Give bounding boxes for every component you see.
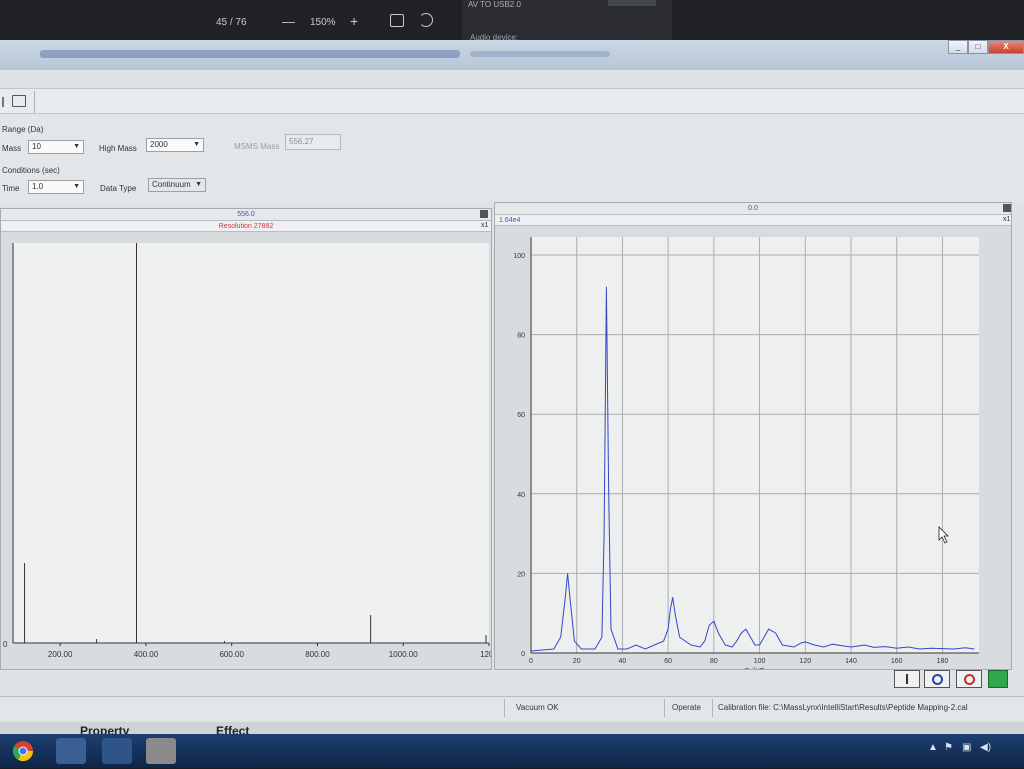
y-tick-label: 60 (517, 412, 525, 419)
mass-spectrum-panel: 556.0 Resolution 27882 x1 0 200.00 400.00 6… (0, 208, 492, 670)
rotate-icon[interactable] (419, 13, 433, 27)
y-tick-label: 20 (517, 571, 525, 578)
drift-time-chart: 0 20 40 60 80 100 0 20 40 60 80 100 120 140 160 180 Drif… (513, 237, 979, 669)
refresh-button[interactable] (608, 0, 656, 6)
operate-status-button[interactable] (988, 670, 1008, 688)
flag-icon[interactable]: ⚑ (944, 742, 953, 753)
msms-mass-label: MSMS Mass (234, 142, 280, 151)
resolution-label: Resolution 27882 (1, 221, 491, 232)
x-tick-label: 60 (664, 658, 672, 665)
masslynx-taskbar-icon[interactable] (146, 738, 176, 764)
network-app-taskbar-icon[interactable] (56, 738, 86, 764)
explorer-taskbar-icon[interactable] (102, 738, 132, 764)
high-mass-select[interactable]: 2000 ▼ (146, 138, 204, 152)
y-tick-label: 40 (517, 492, 525, 499)
target-icon (932, 674, 943, 685)
y-tick-label: 100 (513, 253, 525, 260)
high-mass-label: High Mass (99, 144, 137, 153)
vacuum-status: Vacuum OK (516, 703, 559, 712)
low-mass-label: Mass (2, 144, 22, 153)
minimize-button[interactable]: _ (948, 40, 968, 54)
scan-time-select[interactable]: 1.0 ▼ (28, 180, 84, 194)
property-panel-strip: Property Effect (0, 722, 1024, 738)
mass-range-label: Range (Da) (2, 125, 44, 134)
toolbar-divider (34, 91, 35, 113)
data-type-label: Data Type (100, 184, 137, 193)
left-panel-close-icon[interactable] (480, 210, 488, 218)
calibrate-button[interactable] (924, 670, 950, 688)
y-tick-label: 0 (3, 640, 8, 649)
toolbar-grip (2, 97, 4, 107)
x-tick-label: 1200 (480, 650, 491, 659)
calibration-file: Calibration file: C:\MassLynx\IntelliSta… (718, 703, 968, 712)
device-label: AV TO USB2.0 (468, 0, 521, 9)
operate-status: Operate (672, 703, 701, 712)
tune-button[interactable] (894, 670, 920, 688)
stop-icon (964, 674, 975, 685)
conditions-label: Conditions (sec) (2, 166, 60, 175)
fit-page-icon[interactable] (390, 14, 404, 27)
scan-time-label: Time (2, 184, 20, 193)
stop-button[interactable] (956, 670, 982, 688)
page-indicator: 45 / 76 (216, 17, 247, 28)
title-bar: _ □ X (0, 40, 1024, 70)
drift-time-panel: 0.0 1.64e4 x1 0 20 40 60 80 100 0 20 40 60 80 100 12… (494, 202, 1012, 670)
x-tick-label: 0 (529, 658, 533, 665)
maximize-button[interactable]: □ (968, 40, 988, 54)
close-button[interactable]: X (988, 40, 1024, 54)
window-title-blurred (40, 50, 460, 58)
status-bar: Vacuum OK Operate Calibration file: C:\M… (0, 696, 1024, 720)
left-panel-header: 556.0 (1, 209, 491, 221)
x-tick-label: 140 (845, 658, 857, 665)
windows-taskbar: ▲ ⚑ ▣ ◀) (0, 734, 1024, 768)
x-tick-label: 600.00 (219, 650, 244, 659)
masslynx-window: _ □ X Range (Da) Mass 10 ▼ High Mass 2000… (0, 40, 1024, 722)
data-type-select[interactable]: Continuum ▼ (148, 178, 206, 192)
left-panel-scale: x1 (481, 222, 489, 229)
plot-area (13, 243, 489, 643)
x-tick-label: 20 (573, 658, 581, 665)
volume-icon[interactable]: ◀) (980, 742, 991, 753)
y-tick-label: 80 (517, 333, 525, 340)
low-mass-select[interactable]: 10 ▼ (28, 140, 84, 154)
x-tick-label: 100 (754, 658, 766, 665)
mass-spectrum-chart: 0 200.00 400.00 600.00 800.00 1000.00 1200 (3, 243, 491, 659)
x-tick-label: 1000.00 (389, 650, 418, 659)
x-tick-label: 400.00 (134, 650, 159, 659)
right-panel-header: 0.0 (495, 203, 1011, 215)
window-subtitle-blurred (470, 51, 610, 57)
msms-mass-field: 556.27 (285, 134, 341, 150)
chrome-taskbar-icon[interactable] (8, 738, 38, 764)
x-tick-label: 800.00 (305, 650, 330, 659)
columns-icon[interactable] (12, 95, 26, 107)
y-tick-label: 0 (521, 651, 525, 658)
tune-icon (906, 674, 908, 684)
x-axis-label: Drift Time (745, 668, 775, 669)
tray-arrow-icon[interactable]: ▲ (928, 742, 938, 753)
right-panel-close-icon[interactable] (1003, 204, 1011, 212)
x-tick-label: 180 (937, 658, 949, 665)
x-tick-label: 80 (710, 658, 718, 665)
acquisition-parameters: Range (Da) Mass 10 ▼ High Mass 2000 ▼ MSMS… (0, 116, 1024, 202)
viewer-toolbar: 45 / 76 — 150% + AV TO USB2.0 Audio devi… (0, 0, 1024, 42)
zoom-out-button[interactable]: — (282, 14, 295, 29)
zoom-in-button[interactable]: + (350, 13, 358, 29)
x-tick-label: 200.00 (48, 650, 73, 659)
app-toolbar (0, 88, 1024, 114)
x-tick-label: 120 (799, 658, 811, 665)
device-panel: AV TO USB2.0 Audio device: (462, 0, 672, 42)
intensity-label: 1.64e4 (495, 215, 1011, 226)
right-panel-scale: x1 (1003, 216, 1011, 223)
x-tick-label: 160 (891, 658, 903, 665)
network-icon[interactable]: ▣ (962, 742, 971, 753)
x-tick-label: 40 (619, 658, 627, 665)
plot-area (531, 237, 979, 653)
zoom-level: 150% (310, 17, 336, 28)
